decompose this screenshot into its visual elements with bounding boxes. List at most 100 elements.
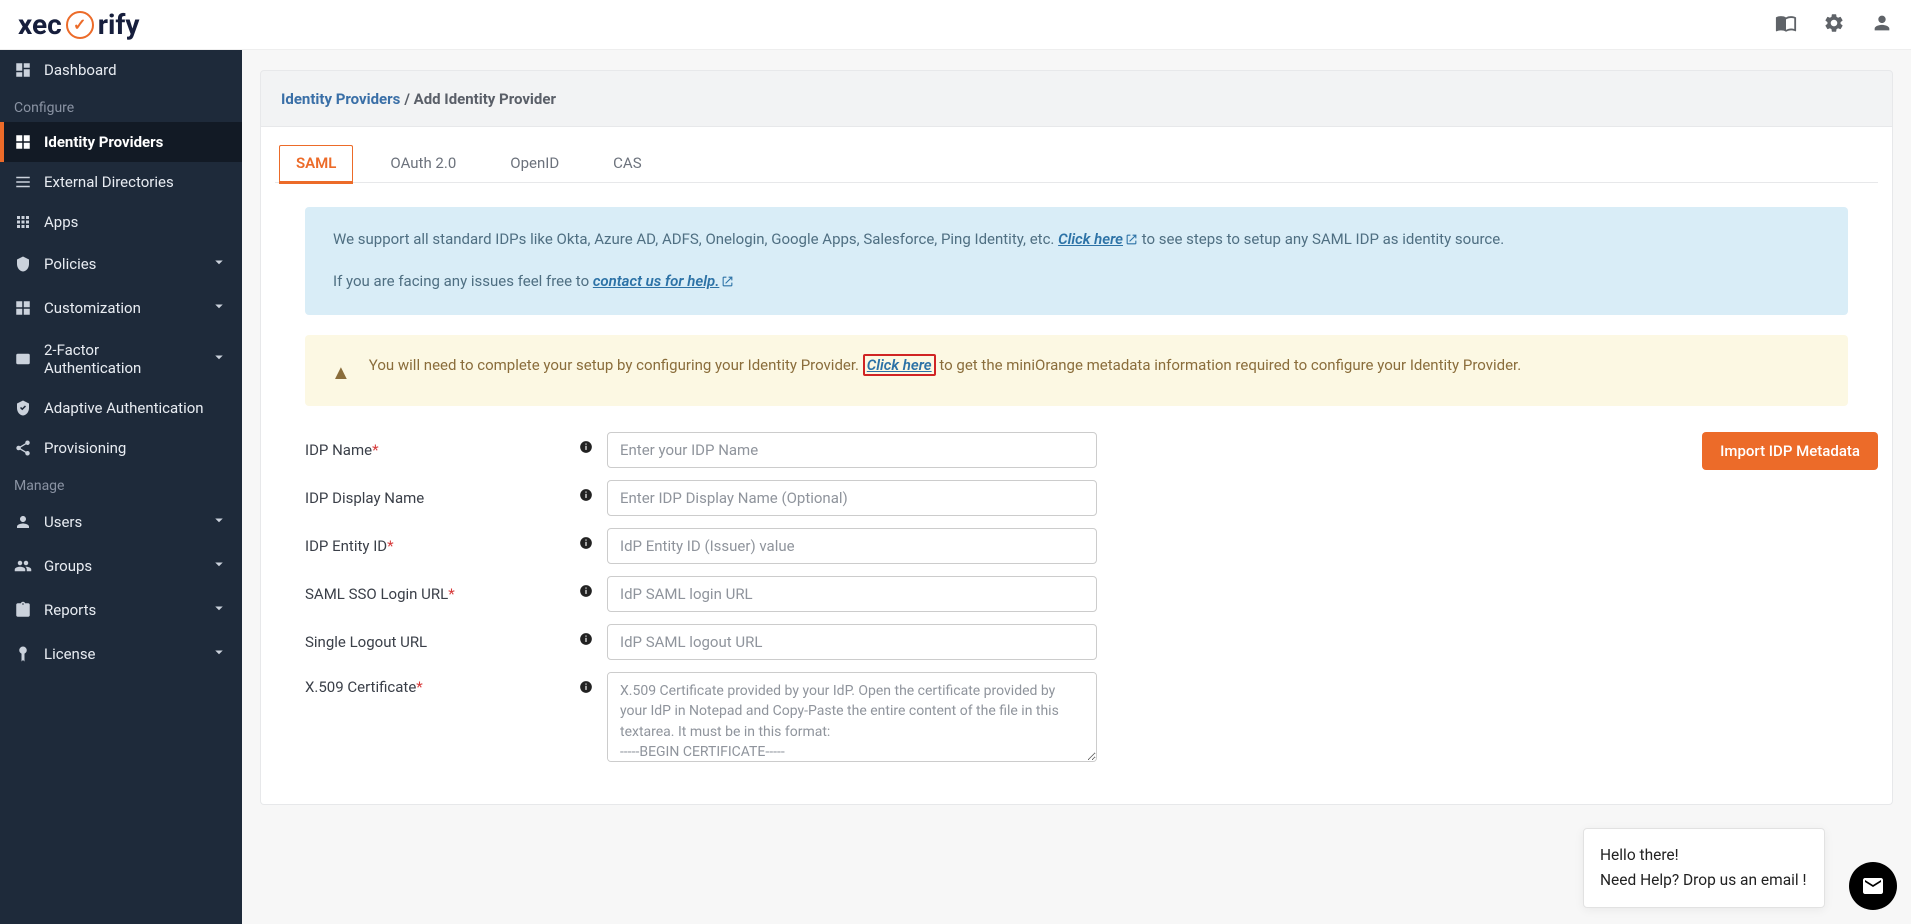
idp-entity-input[interactable] xyxy=(607,528,1097,564)
shield-check-icon xyxy=(14,399,32,417)
sidebar-item-label: Identity Providers xyxy=(44,133,163,151)
breadcrumb-current: Add Identity Provider xyxy=(414,90,556,108)
saml-sso-input[interactable] xyxy=(607,576,1097,612)
clipboard-icon xyxy=(14,601,32,619)
chevron-down-icon xyxy=(210,297,228,319)
info-icon[interactable] xyxy=(575,536,597,550)
breadcrumb: Identity Providers / Add Identity Provid… xyxy=(260,70,1893,127)
group-icon xyxy=(14,557,32,575)
sidebar-item-license[interactable]: License xyxy=(0,632,242,676)
sidebar-item-reports[interactable]: Reports xyxy=(0,588,242,632)
sidebar-item-policies[interactable]: Policies xyxy=(0,242,242,286)
sidebar-item-apps[interactable]: Apps xyxy=(0,202,242,242)
info-text: We support all standard IDPs like Okta, … xyxy=(333,230,1058,248)
chevron-down-icon xyxy=(210,348,228,370)
logo-mark-icon: ✓ xyxy=(66,11,94,39)
logo[interactable]: xec ✓ rify xyxy=(18,8,139,41)
sidebar-item-groups[interactable]: Groups xyxy=(0,544,242,588)
list-icon xyxy=(14,173,32,191)
sidebar-item-label: Adaptive Authentication xyxy=(44,399,204,417)
person-icon xyxy=(14,513,32,531)
sidebar-item-identity-providers[interactable]: Identity Providers xyxy=(0,122,242,162)
num-icon xyxy=(14,350,32,368)
tab-oauth[interactable]: OAuth 2.0 xyxy=(373,145,473,182)
gear-icon[interactable] xyxy=(1823,12,1845,38)
warn-text: to get the miniOrange metadata informati… xyxy=(939,356,1521,374)
chevron-down-icon xyxy=(210,253,228,275)
info-icon[interactable] xyxy=(575,632,597,646)
sidebar-item-label: Groups xyxy=(44,557,92,575)
tab-openid[interactable]: OpenID xyxy=(493,145,576,182)
warn-text: You will need to complete your setup by … xyxy=(369,356,863,374)
info-icon[interactable] xyxy=(575,440,597,454)
tab-saml[interactable]: SAML xyxy=(279,145,353,182)
dashboard-icon xyxy=(14,61,32,79)
warning-icon: ▲ xyxy=(331,356,351,388)
chevron-down-icon xyxy=(210,555,228,577)
chevron-down-icon xyxy=(210,643,228,665)
contact-help-link[interactable]: contact us for help. xyxy=(593,272,735,290)
sidebar-item-provisioning[interactable]: Provisioning xyxy=(0,428,242,468)
idp-name-input[interactable] xyxy=(607,432,1097,468)
apps-icon xyxy=(14,213,32,231)
sidebar-item-users[interactable]: Users xyxy=(0,500,242,544)
sidebar-item-customization[interactable]: Customization xyxy=(0,286,242,330)
info-text: If you are facing any issues feel free t… xyxy=(333,272,593,290)
sidebar-item-label: 2-Factor Authentication xyxy=(44,341,198,377)
sidebar-item-label: Reports xyxy=(44,601,96,619)
widgets-icon xyxy=(14,133,32,151)
tab-cas[interactable]: CAS xyxy=(596,145,658,182)
sidebar-item-label: Dashboard xyxy=(44,61,117,79)
sidebar-item-adaptive[interactable]: Adaptive Authentication xyxy=(0,388,242,428)
info-icon[interactable] xyxy=(575,584,597,598)
help-need: Need Help? Drop us an email ! xyxy=(1600,868,1808,893)
shield-icon xyxy=(14,255,32,273)
info-icon[interactable] xyxy=(575,680,597,694)
breadcrumb-link[interactable]: Identity Providers xyxy=(281,90,400,108)
label-idp-entity: IDP Entity ID* xyxy=(305,537,565,555)
warn-click-here-link[interactable]: Click here xyxy=(863,354,936,376)
info-click-here-link[interactable]: Click here xyxy=(1058,230,1138,248)
sidebar-item-2fa[interactable]: 2-Factor Authentication xyxy=(0,330,242,388)
label-slo: Single Logout URL xyxy=(305,633,565,651)
help-hello: Hello there! xyxy=(1600,843,1808,868)
label-saml-sso: SAML SSO Login URL* xyxy=(305,585,565,603)
warning-alert: ▲ You will need to complete your setup b… xyxy=(305,335,1848,406)
sidebar-item-label: External Directories xyxy=(44,173,174,191)
info-icon[interactable] xyxy=(575,488,597,502)
sidebar-item-external-directories[interactable]: External Directories xyxy=(0,162,242,202)
mail-icon xyxy=(1861,874,1885,898)
label-cert: X.509 Certificate* xyxy=(305,678,565,696)
sidebar-item-label: License xyxy=(44,645,96,663)
share-icon xyxy=(14,439,32,457)
sidebar-section-manage: Manage xyxy=(0,468,242,500)
breadcrumb-sep: / xyxy=(404,90,413,108)
sidebar-item-label: Users xyxy=(44,513,82,531)
logo-text-pre: xec xyxy=(18,8,62,41)
label-idp-name: IDP Name* xyxy=(305,441,565,459)
sidebar-item-label: Provisioning xyxy=(44,439,126,457)
sidebar-item-label: Customization xyxy=(44,299,141,317)
logo-text-post: rify xyxy=(98,8,140,41)
label-idp-display: IDP Display Name xyxy=(305,489,565,507)
user-icon[interactable] xyxy=(1871,12,1893,38)
chevron-down-icon xyxy=(210,511,228,533)
chat-fab-button[interactable] xyxy=(1849,862,1897,910)
external-link-icon xyxy=(721,271,734,295)
external-link-icon xyxy=(1125,229,1138,253)
sidebar-item-label: Policies xyxy=(44,255,96,273)
badge-icon xyxy=(14,645,32,663)
info-text: to see steps to setup any SAML IDP as id… xyxy=(1142,230,1504,248)
info-alert: We support all standard IDPs like Okta, … xyxy=(305,207,1848,315)
cert-textarea[interactable] xyxy=(607,672,1097,762)
customize-icon xyxy=(14,299,32,317)
slo-input[interactable] xyxy=(607,624,1097,660)
sidebar-section-configure: Configure xyxy=(0,90,242,122)
docs-icon[interactable] xyxy=(1775,12,1797,38)
help-tooltip: Hello there! Need Help? Drop us an email… xyxy=(1583,828,1825,908)
sidebar-item-dashboard[interactable]: Dashboard xyxy=(0,50,242,90)
idp-display-input[interactable] xyxy=(607,480,1097,516)
tabs: SAML OAuth 2.0 OpenID CAS xyxy=(275,145,1878,183)
chevron-down-icon xyxy=(210,599,228,621)
sidebar-item-label: Apps xyxy=(44,213,78,231)
